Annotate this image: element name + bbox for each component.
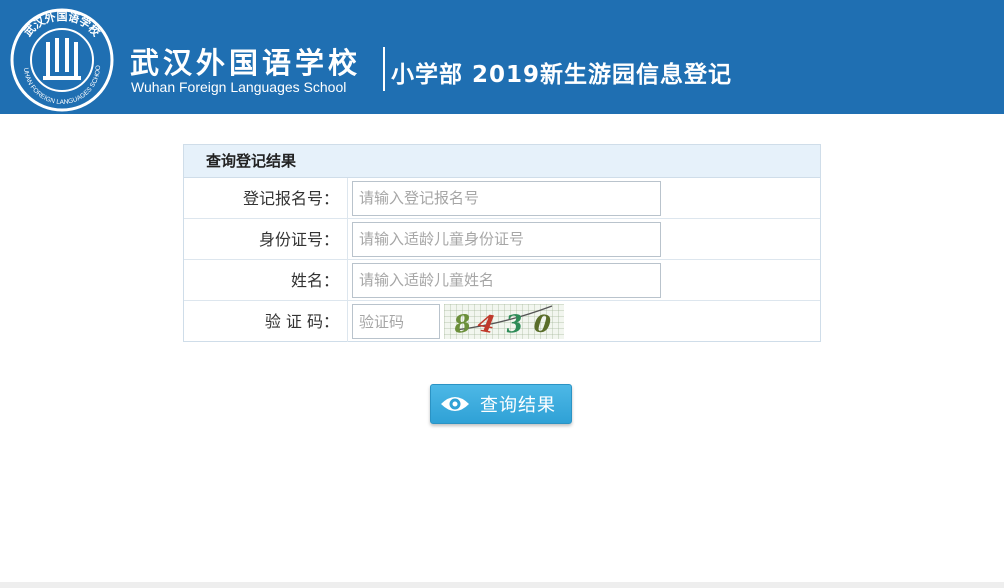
registration-number-input[interactable] bbox=[352, 180, 661, 216]
eye-icon bbox=[441, 397, 469, 411]
form-row-registration-number: 登记报名号： bbox=[184, 178, 820, 219]
name-input[interactable] bbox=[352, 262, 661, 298]
query-button-label: 查询结果 bbox=[480, 395, 556, 416]
id-number-input[interactable] bbox=[352, 221, 661, 257]
registration-number-label: 登记报名号： bbox=[184, 178, 348, 218]
panel-title: 查询登记结果 bbox=[184, 145, 820, 178]
form-row-captcha: 验 证 码： 8 4 3 0 bbox=[184, 301, 820, 342]
school-name-cn: 武汉外国语学校 bbox=[130, 46, 362, 80]
captcha-input[interactable] bbox=[352, 304, 440, 339]
page-bottom-strip bbox=[0, 582, 1004, 588]
name-label: 姓名： bbox=[184, 260, 348, 300]
page-title: 小学部 2019新生游园信息登记 bbox=[391, 62, 733, 88]
captcha-label: 验 证 码： bbox=[184, 301, 348, 342]
captcha-char: 0 bbox=[532, 308, 553, 339]
form-row-name: 姓名： bbox=[184, 260, 820, 301]
page-header: 武汉外国语学校 WUHAN FOREIGN LANGUAGES SCHOOL 武… bbox=[0, 0, 1004, 114]
id-number-label: 身份证号： bbox=[184, 219, 348, 259]
captcha-char: 8 bbox=[452, 307, 473, 340]
school-name-en: Wuhan Foreign Languages School bbox=[131, 79, 347, 95]
captcha-char: 3 bbox=[504, 308, 524, 339]
form-row-id-number: 身份证号： bbox=[184, 219, 820, 260]
query-result-button[interactable]: 查询结果 bbox=[430, 384, 572, 424]
header-divider bbox=[383, 47, 385, 91]
school-logo: 武汉外国语学校 WUHAN FOREIGN LANGUAGES SCHOOL bbox=[10, 8, 114, 112]
query-form-panel: 查询登记结果 登记报名号： 身份证号： 姓名： 验 证 码： 8 4 3 bbox=[183, 144, 821, 342]
captcha-image[interactable]: 8 4 3 0 bbox=[444, 304, 564, 339]
